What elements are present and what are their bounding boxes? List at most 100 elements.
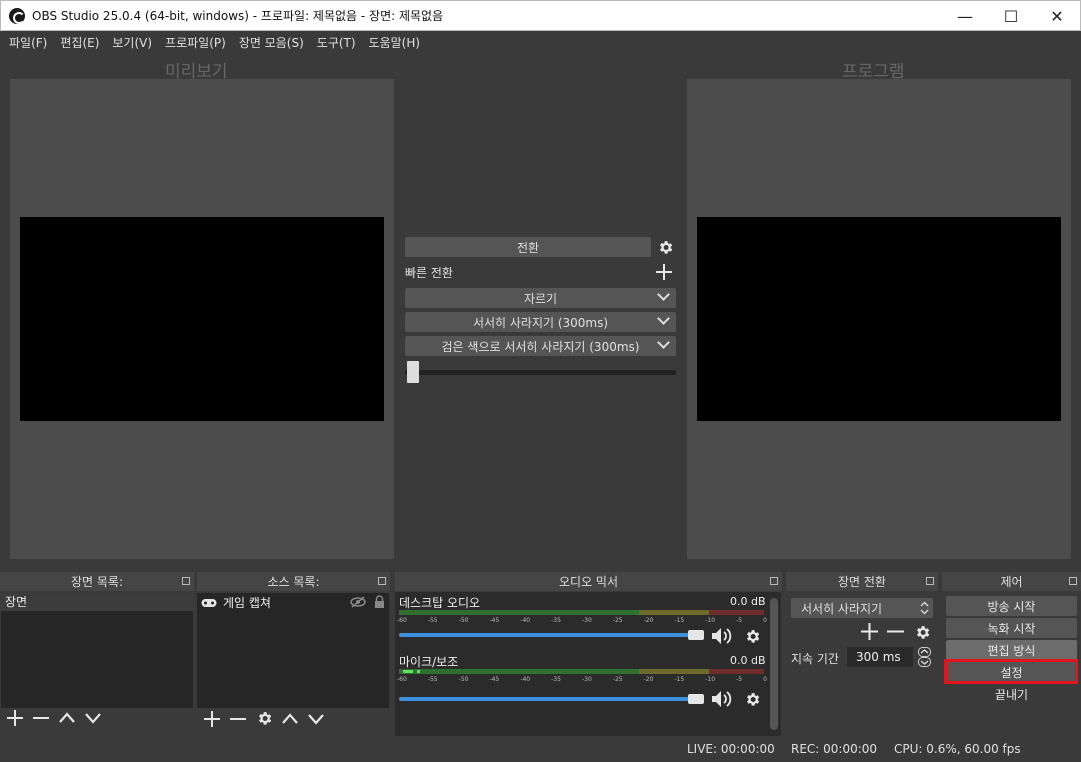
menu-scene-collection[interactable]: 장면 모음(S) bbox=[234, 34, 309, 51]
menu-file[interactable]: 파일(F) bbox=[4, 34, 52, 51]
audio-peak-indicator bbox=[417, 670, 420, 673]
mixer-dock-title: 오디오 믹서 bbox=[395, 572, 782, 591]
transition-select-value: 서서히 사라지기 bbox=[801, 601, 883, 616]
speaker-icon[interactable] bbox=[711, 690, 733, 708]
scene-item[interactable]: 장면 bbox=[1, 593, 193, 611]
undock-icon[interactable] bbox=[378, 577, 386, 585]
remove-transition-icon[interactable] bbox=[887, 623, 904, 643]
tick-label: -15 bbox=[674, 676, 685, 683]
undock-icon[interactable] bbox=[770, 577, 778, 585]
preview-panel[interactable] bbox=[10, 79, 394, 559]
volume-slider-handle[interactable] bbox=[688, 694, 704, 704]
transition-select[interactable]: 서서히 사라지기 bbox=[791, 598, 933, 618]
undock-icon[interactable] bbox=[182, 577, 190, 585]
tick-label: -55 bbox=[427, 676, 438, 683]
source-list[interactable]: 게임 캡쳐 bbox=[197, 593, 389, 708]
audio-settings-gear-icon[interactable] bbox=[742, 626, 762, 646]
add-quick-transition-icon[interactable] bbox=[655, 263, 673, 284]
start-streaming-button[interactable]: 방송 시작 bbox=[946, 596, 1077, 616]
chevron-down-icon bbox=[657, 312, 670, 325]
tick-label: 0 bbox=[763, 617, 767, 624]
program-canvas bbox=[697, 217, 1061, 421]
menu-help[interactable]: 도움말(H) bbox=[364, 34, 426, 51]
duration-input[interactable]: 300 ms bbox=[847, 647, 913, 667]
move-down-icon[interactable] bbox=[303, 711, 329, 732]
volume-slider-handle[interactable] bbox=[688, 630, 704, 640]
program-panel bbox=[687, 79, 1071, 559]
remove-icon[interactable] bbox=[225, 711, 251, 732]
tick-label: -60 bbox=[397, 676, 407, 683]
menu-tools[interactable]: 도구(T) bbox=[312, 34, 361, 51]
transition-button[interactable]: 전환 bbox=[405, 237, 651, 257]
menu-edit[interactable]: 편집(E) bbox=[55, 34, 104, 51]
menu-profile[interactable]: 프로파일(P) bbox=[160, 34, 231, 51]
move-up-icon[interactable] bbox=[277, 711, 303, 732]
tick-label: -60 bbox=[397, 617, 407, 624]
quick-transition-label: 검은 색으로 서서히 사라지기 (300ms) bbox=[441, 339, 640, 354]
tick-label: -55 bbox=[427, 617, 438, 624]
audio-settings-gear-icon[interactable] bbox=[742, 689, 762, 709]
scenes-dock-title: 장면 목록: bbox=[0, 572, 194, 591]
minimize-button[interactable]: — bbox=[942, 1, 988, 31]
move-up-icon[interactable] bbox=[54, 710, 80, 731]
chevron-down-icon bbox=[657, 288, 670, 301]
mixer-dock-title-text: 오디오 믹서 bbox=[558, 575, 618, 589]
add-transition-icon[interactable] bbox=[861, 623, 878, 643]
window-controls: — ☐ ✕ bbox=[942, 1, 1080, 31]
tick-label: -35 bbox=[551, 617, 561, 624]
sources-toolbar bbox=[199, 710, 329, 732]
tick-label: -35 bbox=[551, 676, 561, 683]
controls-dock-title-text: 제어 bbox=[1000, 575, 1023, 589]
mixer-scrollbar[interactable] bbox=[770, 598, 778, 730]
studio-mode-button[interactable]: 편집 방식 bbox=[946, 640, 1077, 660]
visibility-eye-icon[interactable] bbox=[350, 596, 366, 611]
undock-icon[interactable] bbox=[1069, 577, 1077, 585]
close-button[interactable]: ✕ bbox=[1034, 1, 1080, 31]
volume-slider[interactable] bbox=[399, 633, 689, 637]
quick-transitions-label: 빠른 전환 bbox=[405, 266, 453, 280]
menu-view[interactable]: 보기(V) bbox=[107, 34, 157, 51]
sources-dock-title-text: 소스 목록: bbox=[267, 575, 320, 589]
meter-ticks: -60 -55 -50 -45 -40 -35 -30 -25 -20 -15 … bbox=[397, 676, 767, 683]
sources-dock-title: 소스 목록: bbox=[197, 572, 390, 591]
meter-ticks: -60 -55 -50 -45 -40 -35 -30 -25 -20 -15 … bbox=[397, 617, 767, 624]
quick-transition-fade[interactable]: 서서히 사라지기 (300ms) bbox=[405, 312, 676, 332]
scene-list[interactable]: 장면 bbox=[1, 593, 193, 708]
source-item[interactable]: 게임 캡쳐 bbox=[197, 593, 389, 611]
tbar-handle[interactable] bbox=[407, 361, 419, 383]
transition-settings-gear-icon[interactable] bbox=[655, 237, 675, 257]
add-icon[interactable] bbox=[2, 710, 28, 731]
start-recording-button[interactable]: 녹화 시작 bbox=[946, 618, 1077, 638]
tick-label: -5 bbox=[736, 617, 743, 624]
remove-icon[interactable] bbox=[28, 710, 54, 731]
audio-meter-yellow bbox=[639, 610, 709, 615]
scenes-dock-title-text: 장면 목록: bbox=[70, 575, 124, 589]
volume-slider[interactable] bbox=[399, 697, 689, 701]
tbar-track[interactable] bbox=[405, 370, 676, 375]
quick-transition-fade-to-black[interactable]: 검은 색으로 서서히 사라지기 (300ms) bbox=[405, 336, 676, 356]
audio-meter-green bbox=[399, 669, 639, 674]
channel-name: 데스크탑 오디오 bbox=[399, 596, 481, 610]
preview-canvas[interactable] bbox=[20, 217, 384, 421]
tick-label: -20 bbox=[643, 617, 654, 624]
undock-icon[interactable] bbox=[926, 577, 934, 585]
settings-highlight-box bbox=[944, 659, 1078, 684]
lock-icon[interactable] bbox=[374, 595, 385, 611]
quick-transition-label: 서서히 사라지기 (300ms) bbox=[472, 315, 609, 330]
source-name: 게임 캡쳐 bbox=[223, 595, 271, 610]
source-properties-gear-icon[interactable] bbox=[251, 710, 277, 732]
transition-properties-gear-icon[interactable] bbox=[912, 622, 932, 642]
tick-label: -10 bbox=[705, 617, 716, 624]
scenes-dock: 장면 목록: 장면 bbox=[0, 572, 194, 737]
move-down-icon[interactable] bbox=[80, 710, 106, 731]
add-icon[interactable] bbox=[199, 710, 225, 732]
quick-transition-cut[interactable]: 자르기 bbox=[405, 288, 676, 308]
duration-spinner-icon[interactable] bbox=[917, 647, 931, 667]
maximize-button[interactable]: ☐ bbox=[988, 1, 1034, 31]
speaker-icon[interactable] bbox=[711, 627, 733, 645]
tick-label: -30 bbox=[581, 676, 592, 683]
exit-button[interactable]: 끝내기 bbox=[946, 684, 1077, 704]
sources-dock: 소스 목록: 게임 캡쳐 bbox=[197, 572, 390, 737]
select-spinner-icon[interactable] bbox=[917, 600, 931, 616]
quick-transition-label: 자르기 bbox=[523, 291, 558, 306]
